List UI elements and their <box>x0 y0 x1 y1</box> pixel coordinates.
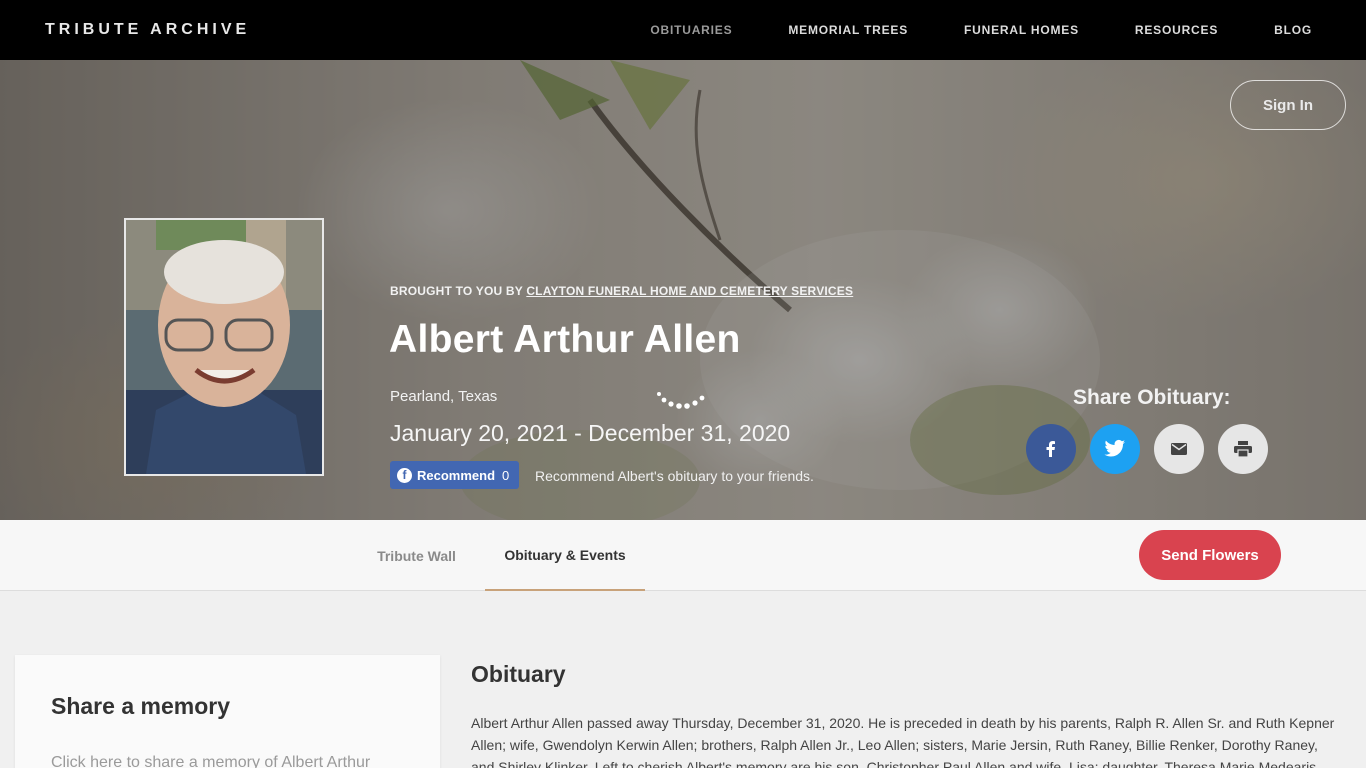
share-obituary-title: Share Obituary: <box>1073 386 1231 409</box>
share-twitter-button[interactable] <box>1090 424 1140 474</box>
tab-tribute-wall[interactable]: Tribute Wall <box>358 520 475 591</box>
portrait-image <box>126 220 322 474</box>
deceased-location: Pearland, Texas <box>390 388 498 405</box>
recommend-text: Recommend Albert's obituary to your frie… <box>535 468 814 484</box>
obituary-heading: Obituary <box>471 661 566 687</box>
main-nav: OBITUARIES MEMORIAL TREES FUNERAL HOMES … <box>650 0 1312 60</box>
nav-blog[interactable]: BLOG <box>1274 23 1312 37</box>
nav-obituaries[interactable]: OBITUARIES <box>650 23 732 37</box>
share-print-button[interactable] <box>1218 424 1268 474</box>
obituary-text: Albert Arthur Allen passed away Thursday… <box>471 715 1335 768</box>
share-email-button[interactable] <box>1154 424 1204 474</box>
recommend-label: Recommend <box>417 467 496 483</box>
twitter-icon <box>1104 439 1126 457</box>
loading-spinner-icon <box>657 392 705 409</box>
recommend-count: 0 <box>502 467 510 483</box>
print-icon <box>1234 441 1252 457</box>
brought-prefix: BROUGHT TO YOU BY <box>390 284 523 298</box>
nav-funeral-homes[interactable]: FUNERAL HOMES <box>964 23 1079 37</box>
nav-memorial-trees[interactable]: MEMORIAL TREES <box>788 23 908 37</box>
life-dates: January 20, 2021 - December 31, 2020 <box>390 420 791 446</box>
send-flowers-button[interactable]: Send Flowers <box>1139 530 1281 580</box>
funeral-home-link[interactable]: CLAYTON FUNERAL HOME AND CEMETERY SERVIC… <box>526 284 853 298</box>
share-memory-prompt[interactable]: Click here to share a memory of Albert A… <box>51 754 370 768</box>
obituary-tab-bar: Tribute Wall Obituary & Events Send Flow… <box>0 520 1366 591</box>
brought-to-you-by: BROUGHT TO YOU BY CLAYTON FUNERAL HOME A… <box>390 284 853 298</box>
deceased-name: Albert Arthur Allen <box>389 318 741 361</box>
deceased-photo[interactable] <box>124 218 324 476</box>
facebook-recommend-button[interactable]: f Recommend 0 <box>390 461 519 489</box>
facebook-icon <box>1046 441 1055 457</box>
email-icon <box>1171 443 1187 455</box>
site-logo[interactable]: TRIBUTE ARCHIVE <box>45 21 250 39</box>
nav-resources[interactable]: RESOURCES <box>1135 23 1218 37</box>
sign-in-button[interactable]: Sign In <box>1230 80 1346 130</box>
share-memory-card[interactable]: Share a memory Click here to share a mem… <box>15 655 440 768</box>
share-memory-title: Share a memory <box>51 693 230 719</box>
tab-obituary-events[interactable]: Obituary & Events <box>485 520 645 591</box>
top-nav: TRIBUTE ARCHIVE OBITUARIES MEMORIAL TREE… <box>0 0 1366 60</box>
facebook-icon: f <box>397 467 412 483</box>
share-facebook-button[interactable] <box>1026 424 1076 474</box>
